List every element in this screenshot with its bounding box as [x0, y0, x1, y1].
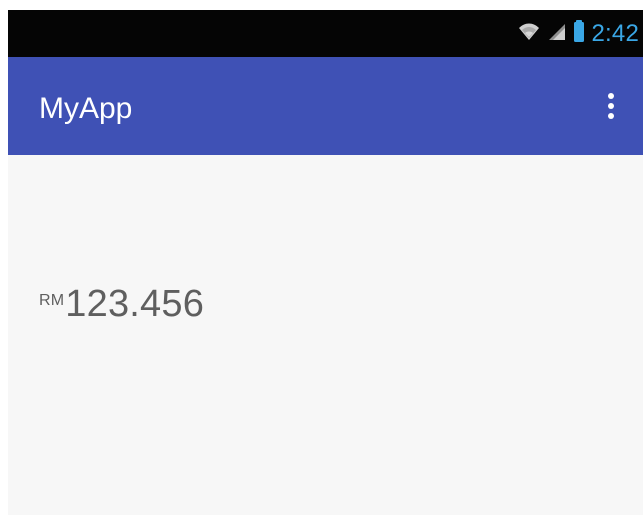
amount-value: 123.456 — [65, 283, 205, 325]
app-title: MyApp — [39, 92, 133, 125]
amount-display: RM 123.456 — [39, 284, 204, 324]
overflow-menu-button[interactable] — [597, 90, 625, 126]
wifi-icon — [517, 20, 541, 47]
status-time: 2:42 — [591, 19, 639, 47]
status-bar: 2:42 — [8, 10, 643, 57]
currency-label: RM — [39, 292, 65, 309]
app-bar: MyApp — [8, 57, 643, 155]
battery-icon — [573, 19, 585, 48]
content-area: RM 123.456 — [8, 155, 643, 515]
status-icons-group: 2:42 — [517, 10, 639, 57]
overflow-menu-icon — [607, 92, 615, 125]
phone-screen: 2:42 MyApp RM 123.456 — [8, 10, 643, 515]
signal-icon — [547, 20, 567, 47]
